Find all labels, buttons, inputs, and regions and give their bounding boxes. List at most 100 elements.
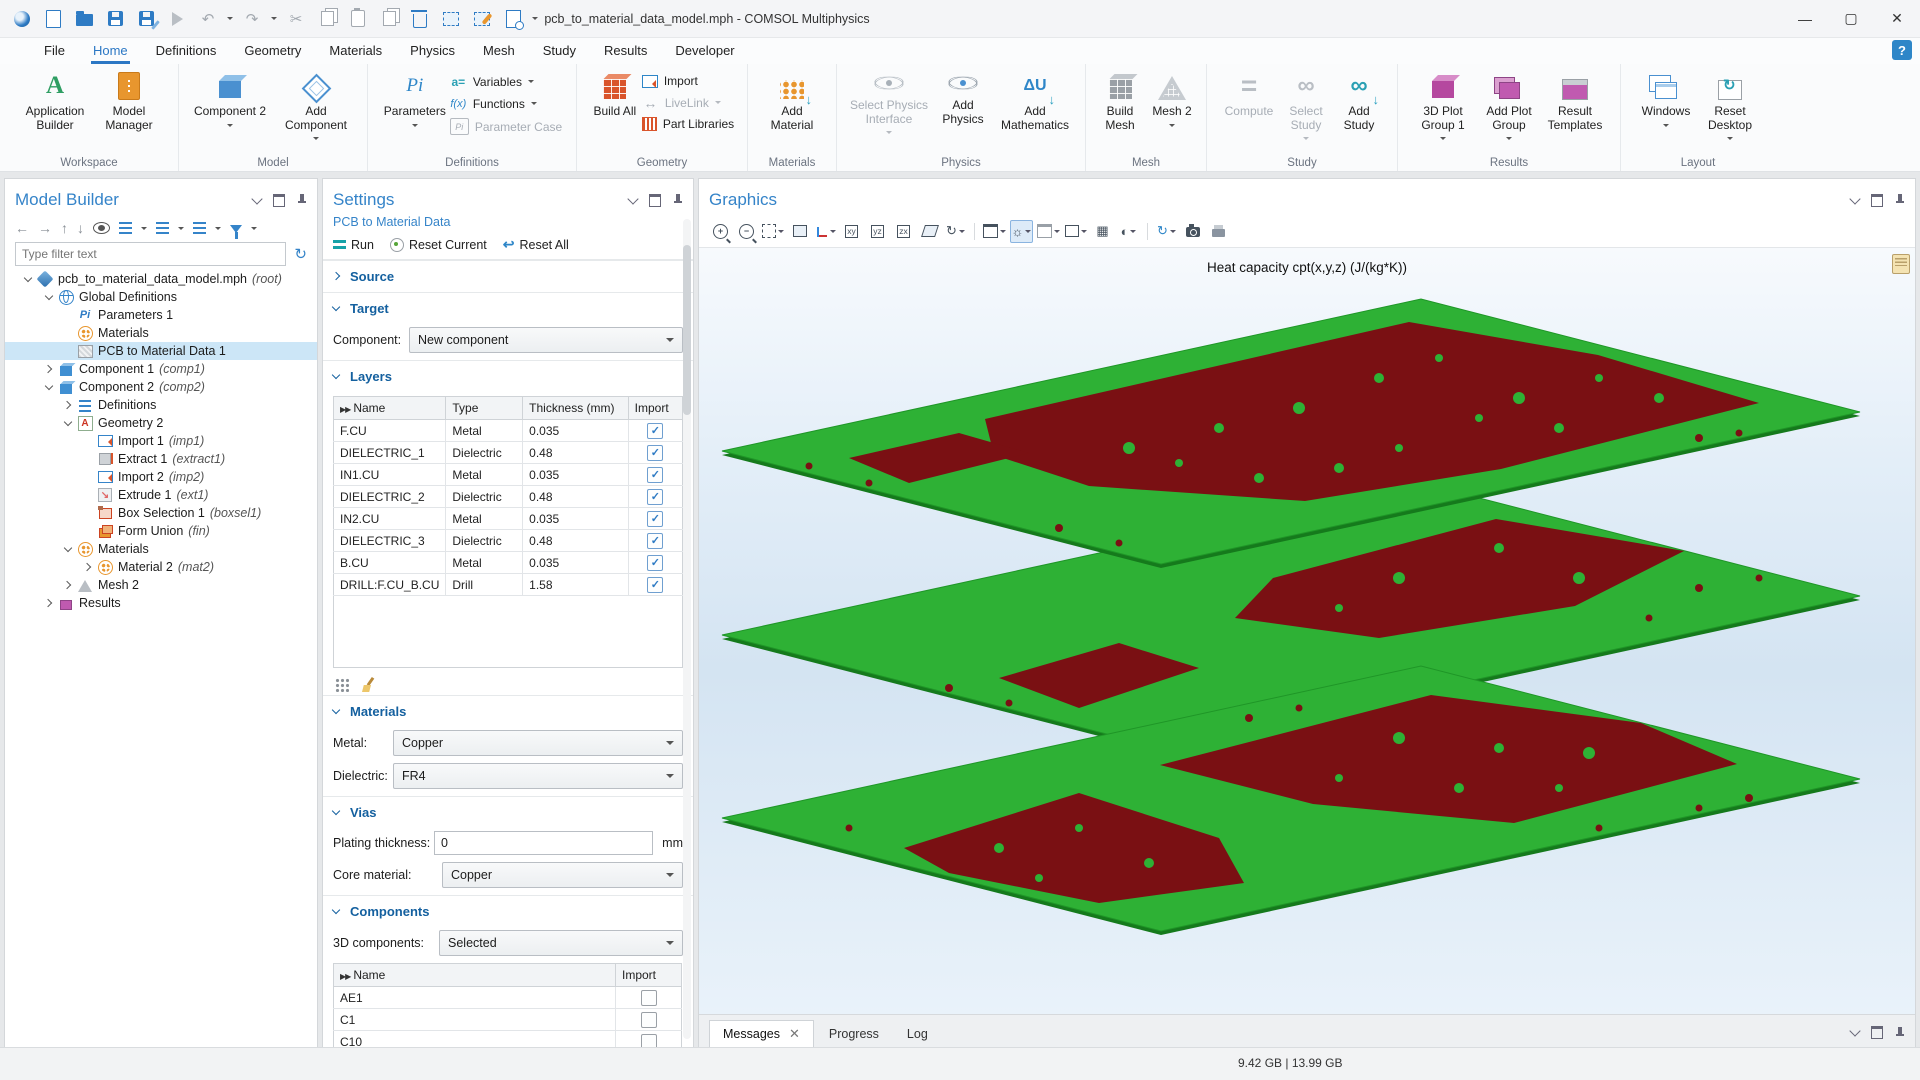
tree-item-component-1[interactable]: Component 1(comp1)	[5, 360, 317, 378]
tree-item-materials-comp2[interactable]: Materials	[5, 540, 317, 558]
import-checkbox[interactable]: ✓	[647, 489, 663, 505]
tree-item-parameters-1[interactable]: Parameters 1	[5, 306, 317, 324]
add-physics-button[interactable]: Add Physics	[935, 69, 991, 126]
rotate-view-icon[interactable]: ↻	[944, 220, 967, 243]
layer-row[interactable]: DIELECTRIC_1Dielectric 0.48✓	[334, 442, 683, 464]
tree-item-box-selection-1[interactable]: Box Selection 1(boxsel1)	[5, 504, 317, 522]
zoom-extents-icon[interactable]	[761, 220, 785, 243]
part-libraries-button[interactable]: Part Libraries	[642, 117, 734, 131]
pin-panel-icon[interactable]	[1895, 1027, 1905, 1039]
paste-icon[interactable]	[346, 7, 370, 31]
float-panel-icon[interactable]	[649, 194, 661, 207]
pin-panel-icon[interactable]	[297, 194, 307, 206]
row-reorder-icon[interactable]	[335, 678, 349, 692]
expand-tree-chevron-icon[interactable]	[141, 227, 147, 233]
section-target[interactable]: Target	[323, 292, 693, 324]
zoom-in-icon[interactable]: +	[709, 220, 732, 243]
import-checkbox[interactable]: ✓	[647, 511, 663, 527]
find-icon[interactable]	[501, 7, 525, 31]
core-material-select[interactable]: Copper	[442, 862, 683, 888]
expander-icon[interactable]	[61, 416, 75, 430]
view-xy-icon[interactable]: xy	[840, 220, 863, 243]
plot-group-button[interactable]: 3D Plot Group 1	[1410, 69, 1476, 143]
menu-home[interactable]: Home	[79, 37, 142, 64]
section-layers[interactable]: Layers	[323, 360, 693, 392]
settings-scrollbar[interactable]	[683, 219, 691, 1039]
expander-icon[interactable]	[42, 290, 56, 304]
import-checkbox[interactable]: ✓	[641, 990, 657, 1006]
menu-file[interactable]: File	[30, 37, 79, 64]
tree-item-root[interactable]: pcb_to_material_data_model.mph(root)	[5, 270, 317, 288]
layer-row[interactable]: DRILL:F.CU_B.CUDrill 1.58✓	[334, 574, 683, 596]
redo-menu-chevron-icon[interactable]	[271, 17, 277, 23]
section-source[interactable]: Source	[323, 260, 693, 292]
select-study-button[interactable]: Select Study	[1280, 69, 1332, 143]
print-icon[interactable]	[1207, 220, 1230, 243]
result-templates-button[interactable]: Result Templates	[1542, 69, 1608, 132]
filter-chevron-icon[interactable]	[251, 227, 257, 233]
component-select[interactable]: New component	[409, 327, 683, 353]
pin-panel-icon[interactable]	[673, 194, 683, 206]
tab-log[interactable]: Log	[894, 1021, 941, 1047]
collapse-tree-icon[interactable]	[156, 222, 169, 234]
import-checkbox[interactable]: ✓	[647, 577, 663, 593]
metal-select[interactable]: Copper	[393, 730, 683, 756]
menu-materials[interactable]: Materials	[315, 37, 396, 64]
menu-developer[interactable]: Developer	[661, 37, 748, 64]
layer-row[interactable]: IN2.CUMetal 0.035✓	[334, 508, 683, 530]
snapshot-camera-icon[interactable]	[1181, 220, 1204, 243]
import-checkbox[interactable]: ✓	[647, 555, 663, 571]
expander-icon[interactable]	[42, 362, 56, 376]
mesh2-button[interactable]: Mesh 2	[1147, 69, 1197, 130]
select-box-icon[interactable]	[439, 7, 463, 31]
import-checkbox[interactable]: ✓	[647, 467, 663, 483]
duplicate-icon[interactable]	[377, 7, 401, 31]
collapse-tree-chevron-icon[interactable]	[178, 227, 184, 233]
component-row[interactable]: AE1 ✓	[334, 987, 682, 1009]
layer-row[interactable]: DIELECTRIC_2Dielectric 0.48✓	[334, 486, 683, 508]
transparency-icon[interactable]	[1036, 220, 1061, 243]
tree-item-geometry-2[interactable]: Geometry 2	[5, 414, 317, 432]
layer-row[interactable]: B.CUMetal 0.035✓	[334, 552, 683, 574]
tree-item-extract-1[interactable]: Extract 1(extract1)	[5, 450, 317, 468]
tree-item-material-2[interactable]: Material 2(mat2)	[5, 558, 317, 576]
component-row[interactable]: C1 ✓	[334, 1009, 682, 1031]
orthographic-projection-icon[interactable]	[918, 220, 941, 243]
close-tab-icon[interactable]: ✕	[789, 1026, 800, 1042]
add-component-button[interactable]: Add Component	[274, 69, 358, 143]
section-vias[interactable]: Vias	[323, 796, 693, 828]
tree-item-pcb-to-material-data-1[interactable]: PCB to Material Data 1	[5, 342, 317, 360]
tree-item-extrude-1[interactable]: Extrude 1(ext1)	[5, 486, 317, 504]
pin-panel-icon[interactable]	[1895, 194, 1905, 206]
redo-icon[interactable]: ↷	[240, 7, 264, 31]
zoom-box-icon[interactable]	[788, 220, 811, 243]
expander-icon[interactable]	[42, 596, 56, 610]
dielectric-select[interactable]: FR4	[393, 763, 683, 789]
tree-item-definitions[interactable]: Definitions	[5, 396, 317, 414]
copy-icon[interactable]	[315, 7, 339, 31]
menu-physics[interactable]: Physics	[396, 37, 469, 64]
tree-item-global-definitions[interactable]: Global Definitions	[5, 288, 317, 306]
reset-all-button[interactable]: Reset All	[503, 236, 569, 253]
graphics-canvas[interactable]: Heat capacity cpt(x,y,z) (J/(kg*K))	[699, 247, 1915, 1014]
section-materials[interactable]: Materials	[323, 695, 693, 727]
layers-col-name[interactable]: ▶▶Name	[334, 397, 446, 420]
view-yz-icon[interactable]: yz	[866, 220, 889, 243]
reset-current-button[interactable]: Reset Current	[390, 238, 487, 252]
add-material-button[interactable]: Add Material	[759, 69, 825, 132]
model-tree-nodes-icon[interactable]	[193, 222, 206, 234]
view-options-icon[interactable]	[1064, 220, 1088, 243]
menu-geometry[interactable]: Geometry	[230, 37, 315, 64]
run-button[interactable]: Run	[333, 238, 374, 252]
canvas-side-panel-icon[interactable]	[1892, 254, 1910, 274]
tree-filter-input[interactable]	[15, 242, 286, 266]
refresh-icon[interactable]: ↻	[294, 245, 307, 263]
application-builder-button[interactable]: Application Builder	[16, 69, 94, 132]
move-down-icon[interactable]: ↓	[77, 220, 84, 236]
tree-item-import-1[interactable]: Import 1(imp1)	[5, 432, 317, 450]
layers-col-import[interactable]: Import	[628, 397, 682, 420]
add-study-button[interactable]: Add Study	[1334, 69, 1384, 132]
windows-button[interactable]: Windows	[1635, 69, 1697, 130]
float-panel-icon[interactable]	[1871, 194, 1883, 207]
go-back-icon[interactable]: ←	[15, 220, 29, 236]
